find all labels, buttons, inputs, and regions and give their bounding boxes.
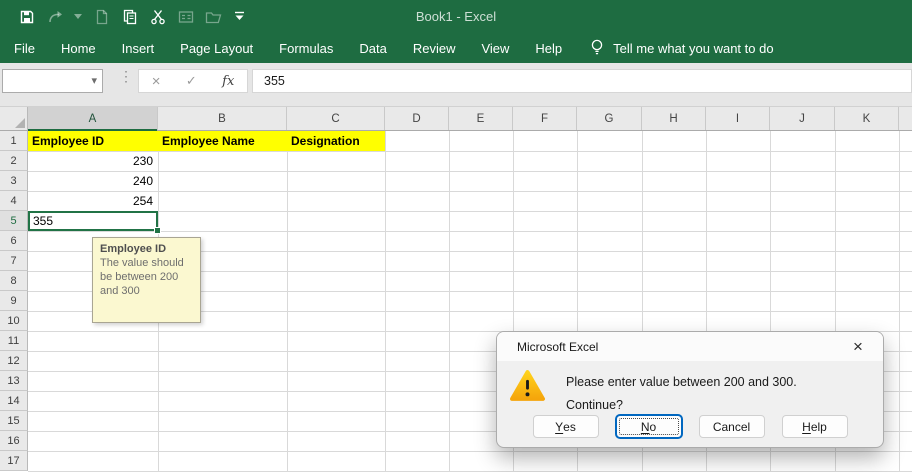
title-bar-area: Book1 - Excel FileHomeInsertPage LayoutF…	[0, 0, 912, 63]
lightbulb-icon	[590, 38, 604, 59]
column-header-K[interactable]: K	[835, 107, 899, 130]
form-icon[interactable]	[177, 8, 194, 25]
formula-bar-strip: ▾ ⋮ × ✓ fx 355	[0, 63, 912, 107]
customize-qat-icon[interactable]	[233, 8, 245, 25]
dialog-microsoft-excel: Microsoft Excel × Please enter value bet…	[496, 331, 884, 448]
tell-me-label: Tell me what you want to do	[613, 41, 773, 56]
formula-bar-drag-handle[interactable]: ⋮	[119, 71, 133, 81]
row-header-11[interactable]: 11	[0, 331, 28, 351]
column-header-E[interactable]: E	[449, 107, 513, 130]
insert-function-icon[interactable]: fx	[222, 74, 234, 89]
column-header-D[interactable]: D	[385, 107, 449, 130]
row-header-15[interactable]: 15	[0, 411, 28, 431]
row-header-7[interactable]: 7	[0, 251, 28, 271]
gridline-v	[899, 131, 900, 472]
gridline-h	[28, 211, 912, 212]
dialog-button-row: Yes No Cancel Help	[497, 415, 883, 438]
column-header-C[interactable]: C	[287, 107, 385, 130]
redo-dropdown-icon[interactable]	[74, 8, 82, 25]
cell-A2[interactable]: 230	[28, 151, 158, 171]
cell-header-employee-id[interactable]: Employee ID	[28, 131, 158, 151]
tab-review[interactable]: Review	[400, 33, 469, 63]
column-header-I[interactable]: I	[706, 107, 770, 130]
title-bar: Book1 - Excel	[0, 0, 912, 33]
tab-help[interactable]: Help	[522, 33, 575, 63]
formula-input[interactable]: 355	[252, 69, 912, 93]
row-header-4[interactable]: 4	[0, 191, 28, 211]
row-header-14[interactable]: 14	[0, 391, 28, 411]
cut-icon[interactable]	[149, 8, 166, 25]
tell-me-box[interactable]: Tell me what you want to do	[590, 33, 773, 63]
row-header-1[interactable]: 1	[0, 131, 28, 151]
row-header-8[interactable]: 8	[0, 271, 28, 291]
row-header-13[interactable]: 13	[0, 371, 28, 391]
ribbon-tab-row: FileHomeInsertPage LayoutFormulasDataRev…	[0, 33, 912, 63]
help-button[interactable]: Help	[782, 415, 848, 438]
validation-message-title: Employee ID	[100, 243, 193, 255]
column-header-B[interactable]: B	[158, 107, 287, 130]
excel-window: Book1 - Excel FileHomeInsertPage LayoutF…	[0, 0, 912, 472]
cell-A4[interactable]: 254	[28, 191, 158, 211]
cell-header-designation[interactable]: Designation	[287, 131, 385, 151]
row-header-10[interactable]: 10	[0, 311, 28, 331]
tab-insert[interactable]: Insert	[109, 33, 168, 63]
fill-handle[interactable]	[154, 227, 161, 234]
row-header-3[interactable]: 3	[0, 171, 28, 191]
tab-data[interactable]: Data	[346, 33, 399, 63]
quick-access-toolbar	[0, 8, 245, 25]
column-header-F[interactable]: F	[513, 107, 577, 130]
column-header-G[interactable]: G	[577, 107, 642, 130]
tab-home[interactable]: Home	[48, 33, 109, 63]
no-button[interactable]: No	[616, 415, 682, 438]
tab-page-layout[interactable]: Page Layout	[167, 33, 266, 63]
yes-button[interactable]: Yes	[533, 415, 599, 438]
tab-view[interactable]: View	[468, 33, 522, 63]
active-cell-A5[interactable]: 355	[28, 211, 158, 231]
open-folder-icon[interactable]	[205, 8, 222, 25]
cell-A3[interactable]: 240	[28, 171, 158, 191]
gridline-h	[28, 171, 912, 172]
gridline-h	[28, 451, 912, 452]
gridline-v	[449, 131, 450, 472]
name-box[interactable]: ▾	[2, 69, 103, 93]
row-header-2[interactable]: 2	[0, 151, 28, 171]
cell-header-employee-name[interactable]: Employee Name	[158, 131, 287, 151]
column-header-A[interactable]: A	[28, 107, 158, 130]
gridline-v	[385, 131, 386, 472]
validation-message-body: The value should be between 200 and 300	[100, 256, 193, 298]
dialog-question: Continue?	[566, 398, 623, 412]
validation-input-message: Employee ID The value should be between …	[92, 237, 201, 323]
column-header-J[interactable]: J	[770, 107, 835, 130]
formula-bar-buttons: × ✓ fx	[138, 69, 248, 93]
copy-icon[interactable]	[121, 8, 138, 25]
cancel-entry-icon[interactable]: ×	[152, 73, 161, 90]
name-box-dropdown-icon[interactable]: ▾	[91, 74, 97, 87]
column-header-H[interactable]: H	[642, 107, 706, 130]
column-header-row: ABCDEFGHIJK	[28, 107, 912, 131]
redo-icon[interactable]	[46, 8, 63, 25]
row-header-17[interactable]: 17	[0, 451, 28, 471]
save-icon[interactable]	[18, 8, 35, 25]
tab-file[interactable]: File	[1, 33, 48, 63]
dialog-close-icon[interactable]: ×	[847, 336, 869, 358]
row-header-6[interactable]: 6	[0, 231, 28, 251]
cancel-button[interactable]: Cancel	[699, 415, 765, 438]
ribbon-tabs: FileHomeInsertPage LayoutFormulasDataRev…	[0, 33, 575, 63]
dialog-title: Microsoft Excel	[497, 332, 883, 361]
new-file-icon[interactable]	[93, 8, 110, 25]
row-header-12[interactable]: 12	[0, 351, 28, 371]
gridline-v	[287, 131, 288, 472]
dialog-message: Please enter value between 200 and 300.	[566, 375, 797, 389]
gridline-h	[28, 151, 912, 152]
gridline-h	[28, 191, 912, 192]
select-all-triangle-icon	[15, 118, 25, 128]
row-header-9[interactable]: 9	[0, 291, 28, 311]
row-header-5[interactable]: 5	[0, 211, 28, 231]
tab-formulas[interactable]: Formulas	[266, 33, 346, 63]
select-all-corner[interactable]	[0, 107, 28, 131]
warning-icon	[509, 369, 546, 402]
row-header-16[interactable]: 16	[0, 431, 28, 451]
enter-entry-icon[interactable]: ✓	[186, 73, 197, 89]
